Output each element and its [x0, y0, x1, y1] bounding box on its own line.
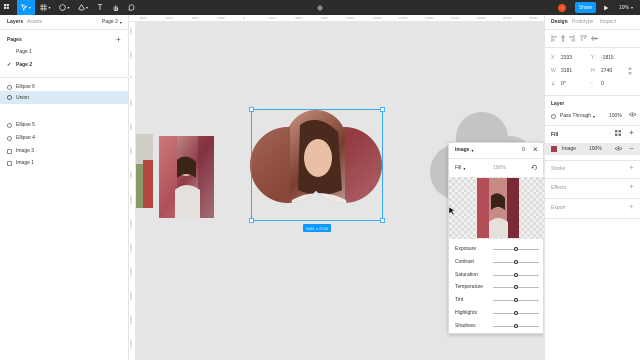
adjustment-slider-knob[interactable] [514, 298, 518, 303]
resize-handle [249, 218, 254, 223]
resize-handle [380, 218, 385, 223]
x-field[interactable]: X 2333 [551, 55, 572, 61]
alignment-toolbar [551, 35, 601, 42]
adjustment-label: Contrast [455, 258, 474, 265]
chevron-down-icon: ▾ [593, 113, 596, 119]
fill-styles-icon[interactable] [615, 130, 621, 136]
tab-inspect[interactable]: Inspect [600, 19, 616, 25]
adjustment-slider-knob[interactable] [514, 247, 518, 251]
divider [545, 178, 640, 179]
popup-title: Image [455, 147, 470, 153]
radius-icon: ◜ [591, 81, 593, 87]
w-label: W [551, 68, 556, 74]
h-field[interactable]: H 2740 [591, 68, 612, 74]
blend-mode-label: Pass Through [560, 113, 592, 119]
popup-type-dropdown[interactable]: Image ▾ [455, 147, 473, 153]
adjustment-slider-knob[interactable] [514, 311, 518, 315]
export-title: Export [551, 205, 566, 211]
radius-value: 0 [601, 81, 604, 87]
add-stroke-icon[interactable]: + [629, 163, 634, 172]
h-label: H [591, 68, 595, 74]
x-label: X [551, 55, 555, 61]
fill-opacity[interactable]: 100% [589, 146, 602, 152]
radius-field[interactable]: ◜ 0 [591, 81, 604, 87]
popup-opacity: 100% [493, 165, 506, 171]
adjustment-label: Tint [455, 297, 464, 304]
adjustment-label: Exposure [455, 246, 477, 252]
rotation-field[interactable]: ∠ 0° [551, 81, 566, 87]
popup-zero-label: 0 [522, 147, 525, 153]
chevron-down-icon: ▾ [463, 165, 466, 171]
image-settings-popup: Image ▾ 0 × Fill ▾ 100% Exposure Contrast… [448, 142, 545, 334]
y-field[interactable]: Y -1815 [591, 55, 614, 61]
tab-design[interactable]: Design [551, 19, 568, 25]
adjustment-label: Temperature [455, 284, 484, 291]
y-value: -1815 [601, 55, 614, 61]
layer-opacity[interactable]: 100% [609, 113, 622, 119]
rotate-icon[interactable] [531, 164, 538, 171]
fill-image-swatch [551, 146, 557, 152]
divider [545, 198, 640, 199]
blend-icon [551, 113, 556, 119]
rotation-value: 0° [561, 81, 566, 87]
properties-panel: Design Prototype Inspect X 2333 Y -1815 … [544, 15, 640, 360]
size-badge: 3181 × 2740 [305, 225, 329, 231]
h-value: 2740 [601, 68, 613, 74]
divider [449, 158, 545, 159]
union-shape [250, 110, 382, 203]
tab-prototype[interactable]: Prototype [572, 19, 593, 25]
adjustment-slider-knob[interactable] [514, 272, 518, 277]
add-effect-icon[interactable]: + [629, 182, 634, 191]
divider [545, 160, 640, 161]
divider [545, 47, 640, 48]
x-value: 2333 [561, 55, 573, 61]
eye-icon[interactable] [629, 112, 636, 117]
resize-handle [380, 107, 385, 112]
fill-type-label: Image [562, 146, 576, 152]
adjustment-slider-knob[interactable] [514, 285, 518, 290]
chevron-down-icon: ▾ [471, 147, 474, 153]
w-field[interactable]: W 3181 [551, 68, 572, 74]
w-value: 3181 [561, 68, 573, 74]
adjustment-label: Highlights [455, 310, 477, 316]
eye-icon[interactable] [615, 146, 622, 151]
fill-mode-dropdown[interactable]: Fill ▾ [455, 165, 465, 171]
effects-title: Effects [551, 185, 567, 191]
fill-title: Fill [551, 132, 559, 138]
remove-fill-icon[interactable]: − [629, 144, 634, 153]
divider [545, 125, 640, 126]
layer-title: Layer [551, 101, 565, 107]
adjustment-label: Shadows [455, 322, 476, 329]
adjustment-slider-knob[interactable] [514, 259, 518, 264]
resize-handle [249, 107, 254, 112]
cursor-icon [449, 207, 455, 215]
add-export-icon[interactable]: + [629, 202, 634, 211]
stroke-title: Stroke [551, 166, 566, 172]
divider [545, 95, 640, 96]
constrain-proportions-icon[interactable] [628, 67, 632, 75]
y-label: Y [591, 55, 595, 61]
fill-mode-label: Fill [455, 165, 462, 171]
blend-mode-dropdown[interactable]: Pass Through ▾ [551, 113, 595, 119]
adjustment-slider-knob[interactable] [514, 323, 518, 328]
close-icon[interactable]: × [533, 145, 538, 154]
add-fill-icon[interactable]: + [629, 128, 634, 137]
rotation-icon: ∠ [551, 81, 556, 87]
divider [545, 218, 640, 219]
image-preview-area[interactable] [449, 177, 545, 239]
image-preview [477, 178, 519, 238]
adjustment-label: Saturation [455, 271, 478, 278]
divider [545, 29, 640, 30]
image-1 [159, 136, 214, 218]
